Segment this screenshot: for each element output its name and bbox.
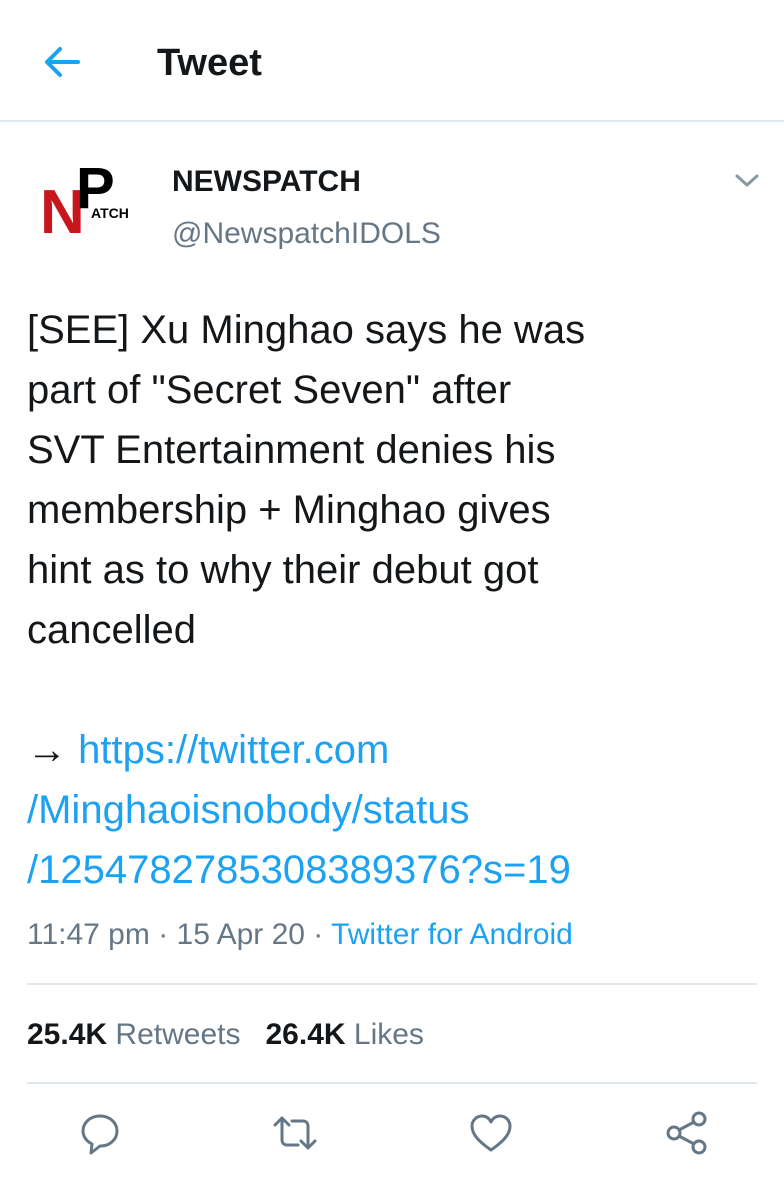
retweets-label: Retweets	[115, 1018, 241, 1051]
avatar[interactable]: N P ATCH	[36, 156, 140, 247]
likes-label: Likes	[353, 1018, 424, 1051]
retweets-stat[interactable]: 25.4K Retweets	[27, 1018, 240, 1051]
retweets-count: 25.4K	[27, 1018, 108, 1051]
action-bar	[0, 1108, 784, 1158]
reply-button[interactable]	[75, 1108, 125, 1158]
tweet-meta: 11:47 pm · 15 Apr 20 · Twitter for Andro…	[27, 915, 573, 955]
tweet-link-block: → https://twitter.com/Minghaoisnobody/st…	[27, 720, 767, 900]
divider	[27, 983, 757, 985]
tweet-link-line[interactable]: /1254782785308389376?s=19	[27, 848, 571, 892]
tweet-link-line[interactable]: https://twitter.com	[78, 728, 389, 772]
tweet-stats: 25.4K Retweets 26.4K Likes	[27, 1015, 424, 1055]
author-handle[interactable]: @NewspatchIDOLS	[172, 216, 441, 252]
tweet-source[interactable]: Twitter for Android	[331, 918, 573, 951]
like-icon	[470, 1114, 512, 1152]
author-display-name[interactable]: NEWSPATCH	[172, 164, 361, 200]
back-button[interactable]	[38, 40, 86, 88]
share-button[interactable]	[662, 1108, 712, 1158]
logo-atch: ATCH	[91, 205, 129, 221]
likes-count: 26.4K	[265, 1018, 346, 1051]
top-bar: Tweet	[0, 0, 784, 122]
reply-icon	[81, 1114, 119, 1155]
meta-separator: ·	[149, 918, 177, 951]
tweet-date: 15 Apr 20	[176, 918, 305, 951]
back-arrow-icon	[45, 47, 80, 77]
tweet-text: [SEE] Xu Minghao says he was part of "Se…	[27, 308, 586, 652]
share-icon	[666, 1111, 707, 1155]
retweet-icon	[273, 1116, 317, 1150]
newspatch-logo: N P ATCH	[40, 156, 129, 247]
likes-stat[interactable]: 26.4K Likes	[265, 1018, 423, 1051]
divider	[27, 1082, 757, 1084]
tweet-link-line[interactable]: /Minghaoisnobody/status	[27, 788, 470, 832]
chevron-down-icon	[735, 174, 759, 187]
tweet-link[interactable]: https://twitter.com/Minghaoisnobody/stat…	[27, 728, 571, 892]
arrow-text: →	[27, 728, 79, 772]
retweet-button[interactable]	[270, 1108, 320, 1158]
more-options-button[interactable]	[730, 166, 764, 194]
page-title: Tweet	[157, 42, 262, 84]
tweet-time: 11:47 pm	[27, 918, 150, 951]
meta-separator: ·	[304, 918, 332, 951]
like-button[interactable]	[466, 1108, 516, 1158]
